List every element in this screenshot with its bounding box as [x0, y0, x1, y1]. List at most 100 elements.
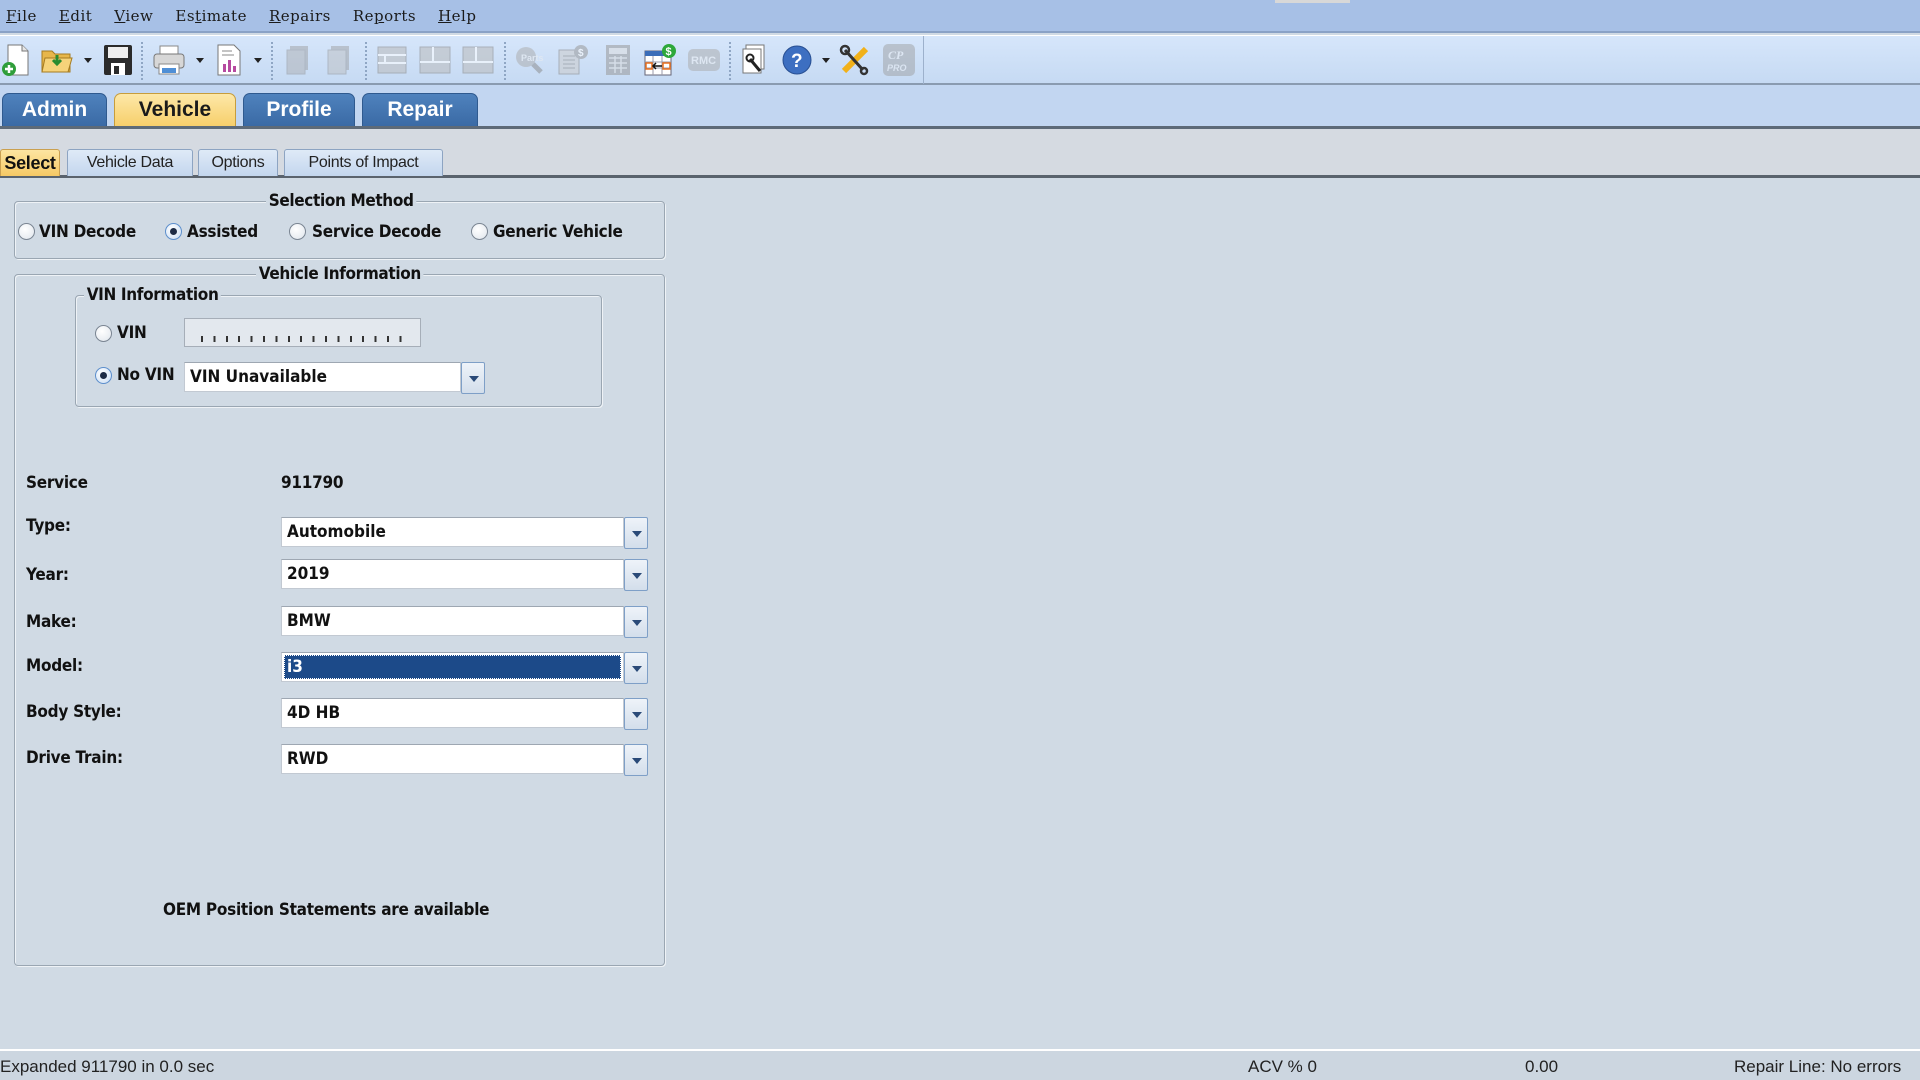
tools-icon [839, 44, 869, 76]
save-button[interactable] [101, 42, 135, 78]
procedures-button[interactable] [738, 42, 772, 78]
menu-edit[interactable]: Edit [59, 7, 92, 25]
open-dropdown-arrow[interactable] [84, 58, 92, 63]
toolbar-separator [504, 42, 506, 80]
drive-train-dropdown-button[interactable] [624, 744, 648, 776]
year-value: 2019 [287, 564, 330, 584]
copy-button-1[interactable] [281, 42, 315, 78]
menu-file-label: ile [16, 6, 37, 25]
menu-view-accel: V [114, 6, 126, 25]
no-vin-reason-dropdown-button[interactable] [461, 362, 485, 394]
radio-service-decode[interactable] [289, 223, 306, 240]
toolbar-separator [141, 42, 143, 80]
selection-method-group: Selection Method VIN Decode Assisted Ser… [14, 191, 665, 259]
menu-repairs-label: epairs [280, 6, 331, 25]
open-folder-icon [41, 50, 73, 73]
body-style-value: 4D HB [287, 703, 341, 723]
report-chart-icon [217, 44, 241, 76]
report-dropdown-arrow[interactable] [254, 58, 262, 63]
radio-vin-decode[interactable] [18, 223, 35, 240]
body-style-dropdown-button[interactable] [624, 698, 648, 730]
layout-rows-button[interactable] [375, 42, 409, 78]
pricing-button[interactable]: $ [556, 42, 590, 78]
subtab-points-of-impact[interactable]: Points of Impact [284, 149, 443, 176]
toolbar-separator [729, 42, 731, 80]
radio-assisted[interactable] [165, 223, 182, 240]
radio-vin[interactable] [95, 325, 112, 342]
toolbar-separator [271, 42, 273, 80]
calculator-button[interactable] [601, 42, 635, 78]
year-dropdown-button[interactable] [624, 559, 648, 591]
print-dropdown-arrow[interactable] [196, 58, 204, 63]
type-value: Automobile [287, 522, 386, 542]
help-icon: ? [782, 45, 812, 75]
help-button[interactable]: ? [780, 42, 814, 78]
type-dropdown-button[interactable] [624, 517, 648, 549]
report-button[interactable] [212, 42, 246, 78]
tools-button[interactable] [838, 42, 872, 78]
toolbar-strip: Parts $ $ RMC ? CP PRO [0, 36, 924, 84]
model-dropdown-button[interactable] [624, 652, 648, 684]
menu-file[interactable]: File [6, 7, 37, 25]
service-value: 911790 [281, 473, 344, 493]
main-tab-bar: Admin Vehicle Profile Repair [0, 85, 1920, 129]
rate-table-button[interactable]: $ [643, 42, 677, 78]
sub-tab-bar: Select Vehicle Data Options Points of Im… [0, 129, 1920, 178]
rmc-icon: RMC [688, 49, 720, 71]
subtab-select[interactable]: Select [0, 149, 60, 176]
menu-reports-accel: p [374, 6, 385, 25]
label-vin-decode[interactable]: VIN Decode [39, 222, 136, 242]
layout-split-icon [419, 46, 451, 74]
tab-admin[interactable]: Admin [2, 93, 107, 126]
label-no-vin[interactable]: No VIN [117, 365, 175, 385]
subtab-vehicle-data[interactable]: Vehicle Data [67, 149, 193, 176]
menu-help[interactable]: Help [438, 7, 476, 25]
subtab-options[interactable]: Options [198, 149, 278, 176]
printer-icon [153, 45, 185, 75]
radio-generic-vehicle[interactable] [471, 223, 488, 240]
body-style-select[interactable]: 4D HB [281, 698, 648, 730]
label-vin[interactable]: VIN [117, 323, 147, 343]
label-generic-vehicle[interactable]: Generic Vehicle [493, 222, 623, 242]
label-assisted[interactable]: Assisted [187, 222, 258, 242]
menu-repairs[interactable]: Repairs [269, 7, 331, 25]
layout-split-button-2[interactable] [461, 42, 495, 78]
menu-bar: File Edit View Estimate Repairs Reports … [0, 0, 1920, 33]
svg-text:?: ? [791, 51, 803, 72]
tab-profile[interactable]: Profile [243, 93, 355, 126]
open-button[interactable] [40, 42, 74, 78]
print-button[interactable] [152, 42, 186, 78]
model-label: Model: [26, 656, 83, 676]
make-dropdown-button[interactable] [624, 606, 648, 638]
menubar-notch [1275, 0, 1350, 3]
svg-text:Parts: Parts [521, 53, 544, 63]
menu-help-label: elp [451, 6, 477, 25]
layout-split-button-1[interactable] [418, 42, 452, 78]
menu-estimate[interactable]: Estimate [175, 7, 247, 25]
tab-repair[interactable]: Repair [362, 93, 478, 126]
calculator-icon [606, 45, 630, 75]
type-select[interactable]: Automobile [281, 517, 648, 549]
model-value: i3 [287, 657, 303, 677]
radio-no-vin[interactable] [95, 367, 112, 384]
year-select[interactable]: 2019 [281, 559, 648, 591]
model-select[interactable]: i3 [281, 652, 648, 684]
menu-reports-label: orts [384, 6, 417, 25]
rmc-button[interactable]: RMC [686, 42, 722, 78]
make-select[interactable]: BMW [281, 606, 648, 638]
no-vin-reason-select[interactable]: VIN Unavailable [184, 362, 485, 394]
tab-vehicle[interactable]: Vehicle [114, 93, 236, 126]
cp-pro-button[interactable]: CP PRO [882, 42, 916, 78]
drive-train-select[interactable]: RWD [281, 744, 648, 776]
help-dropdown-arrow[interactable] [822, 58, 830, 63]
menu-file-accel: F [6, 6, 17, 25]
vin-input[interactable] [184, 318, 421, 347]
parts-search-button[interactable]: Parts [513, 42, 547, 78]
layout-split-icon [462, 46, 494, 74]
copy-button-2[interactable] [322, 42, 356, 78]
menu-reports[interactable]: Reports [353, 7, 416, 25]
vin-information-title: VIN Information [84, 285, 222, 305]
menu-view[interactable]: View [114, 7, 153, 25]
label-service-decode[interactable]: Service Decode [312, 222, 441, 242]
new-estimate-button[interactable] [0, 42, 34, 78]
